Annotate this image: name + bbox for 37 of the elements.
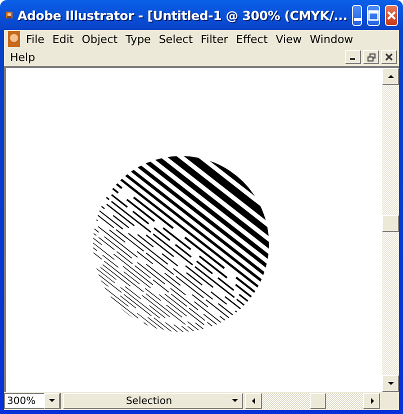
- menu-item[interactable]: Effect: [232, 30, 272, 48]
- menu-item[interactable]: Object: [78, 30, 122, 48]
- close-icon: [385, 53, 393, 61]
- menu-item[interactable]: Help: [6, 48, 40, 66]
- minimize-button[interactable]: [352, 4, 362, 26]
- dropdown-button[interactable]: [44, 393, 60, 409]
- down-arrow-icon: [386, 380, 394, 388]
- restore-button[interactable]: [363, 50, 379, 64]
- menu-item[interactable]: File: [22, 30, 48, 48]
- close-button[interactable]: [381, 50, 397, 64]
- menu-item[interactable]: Filter: [196, 30, 232, 48]
- left-arrow-icon: [250, 397, 258, 405]
- tool-dropdown[interactable]: Selection: [63, 393, 243, 409]
- window-title: Adobe Illustrator - [Untitled-1 @ 300% (CMYK/...: [18, 8, 348, 22]
- scroll-down-button[interactable]: [382, 375, 399, 392]
- scroll-up-button[interactable]: [382, 68, 399, 85]
- scroll-thumb[interactable]: [382, 215, 399, 232]
- close-button[interactable]: [385, 4, 398, 26]
- scroll-left-button[interactable]: [245, 393, 262, 409]
- restore-icon: [366, 52, 376, 62]
- maximize-icon: [368, 10, 379, 20]
- zoom-field[interactable]: 300%: [4, 393, 61, 409]
- maximize-button[interactable]: [367, 4, 380, 26]
- document-icon: [6, 31, 22, 47]
- menu-item[interactable]: Type: [122, 30, 155, 48]
- menu-item[interactable]: View: [272, 30, 306, 48]
- up-arrow-icon: [386, 72, 394, 80]
- caret-icon: [48, 397, 56, 405]
- scroll-right-button[interactable]: [363, 393, 380, 409]
- close-icon: [386, 10, 397, 20]
- minimize-icon: [354, 18, 361, 20]
- menu-item[interactable]: Window: [306, 30, 358, 48]
- caret-icon: [231, 397, 239, 405]
- menu-item[interactable]: Edit: [48, 30, 78, 48]
- menu-item[interactable]: Select: [154, 30, 197, 48]
- minimize-button[interactable]: [345, 50, 361, 64]
- scroll-thumb[interactable]: [310, 393, 326, 409]
